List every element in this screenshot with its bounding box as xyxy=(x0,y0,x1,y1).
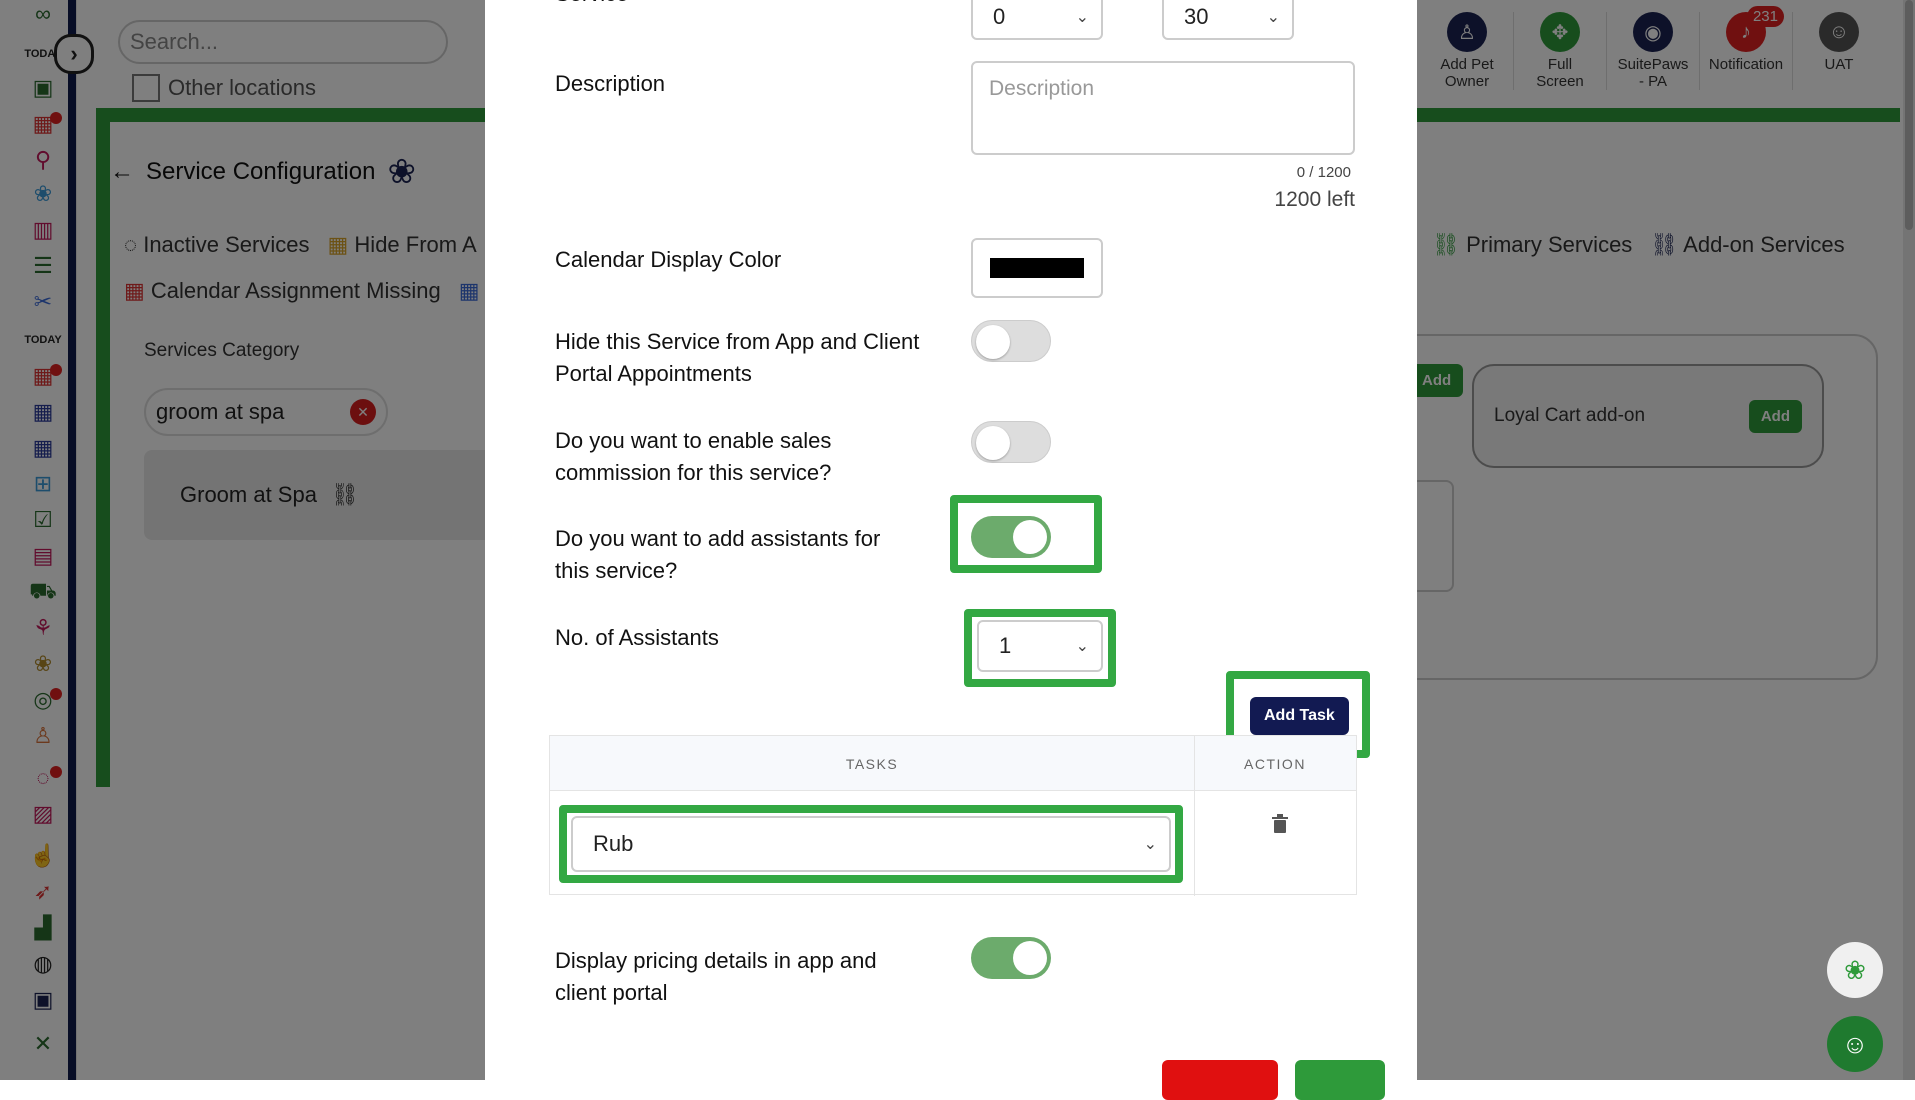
action-column-header: ACTION xyxy=(1244,756,1306,772)
pricing-label: Display pricing details in app and client… xyxy=(555,948,877,1005)
commission-toggle[interactable] xyxy=(971,421,1051,463)
description-textarea[interactable]: Description xyxy=(971,61,1355,155)
hours-value: 0 xyxy=(993,4,1006,29)
num-assistants-select[interactable]: 1 ⌄ xyxy=(977,620,1103,672)
duration-minutes-select[interactable]: 30 ⌄ xyxy=(1162,0,1294,40)
trash-icon[interactable] xyxy=(1270,814,1290,834)
service-duration-label: Service xyxy=(555,0,628,10)
assistants-toggle[interactable] xyxy=(971,516,1051,558)
char-count: 0 / 1200 xyxy=(1296,164,1351,181)
description-label: Description xyxy=(555,71,666,96)
commission-label: Do you want to enable sales commission fo… xyxy=(555,428,832,485)
service-modal: Service 0⌄ 30⌄ Description Description 0… xyxy=(485,0,1417,1100)
assistants-label: Do you want to add assistants for this se… xyxy=(555,526,881,583)
chevron-down-icon: ⌄ xyxy=(1143,836,1157,853)
tasks-table-header: TASKS ACTION xyxy=(550,736,1356,896)
num-assistants-label: No. of Assistants xyxy=(555,625,719,650)
tasks-column-header: TASKS xyxy=(845,756,899,772)
hide-service-toggle[interactable] xyxy=(971,320,1051,362)
task-select[interactable]: Rub ⌄ xyxy=(571,816,1171,872)
calendar-color-label: Calendar Display Color xyxy=(555,247,782,272)
paw-help-button[interactable]: ❀ xyxy=(1827,942,1883,998)
chevron-down-icon: ⌄ xyxy=(1266,9,1280,26)
chevron-down-icon: ⌄ xyxy=(1075,638,1089,655)
duration-hours-select[interactable]: 0 ⌄ xyxy=(971,0,1103,40)
calendar-color-picker[interactable] xyxy=(971,238,1103,298)
chat-support-button[interactable]: ☺ xyxy=(1827,1016,1883,1072)
color-swatch xyxy=(990,258,1084,278)
save-button[interactable] xyxy=(1295,1060,1385,1100)
cancel-button[interactable] xyxy=(1162,1060,1278,1100)
add-task-button[interactable]: Add Task xyxy=(1250,697,1349,735)
task-value: Rub xyxy=(593,831,634,856)
hide-service-label: Hide this Service from App and Client Por… xyxy=(555,329,920,386)
chevron-down-icon: ⌄ xyxy=(1075,9,1089,26)
pricing-toggle[interactable] xyxy=(971,937,1051,979)
minutes-value: 30 xyxy=(1184,4,1209,29)
chars-left: 1200 left xyxy=(1274,188,1355,211)
num-assistants-value: 1 xyxy=(999,633,1012,658)
